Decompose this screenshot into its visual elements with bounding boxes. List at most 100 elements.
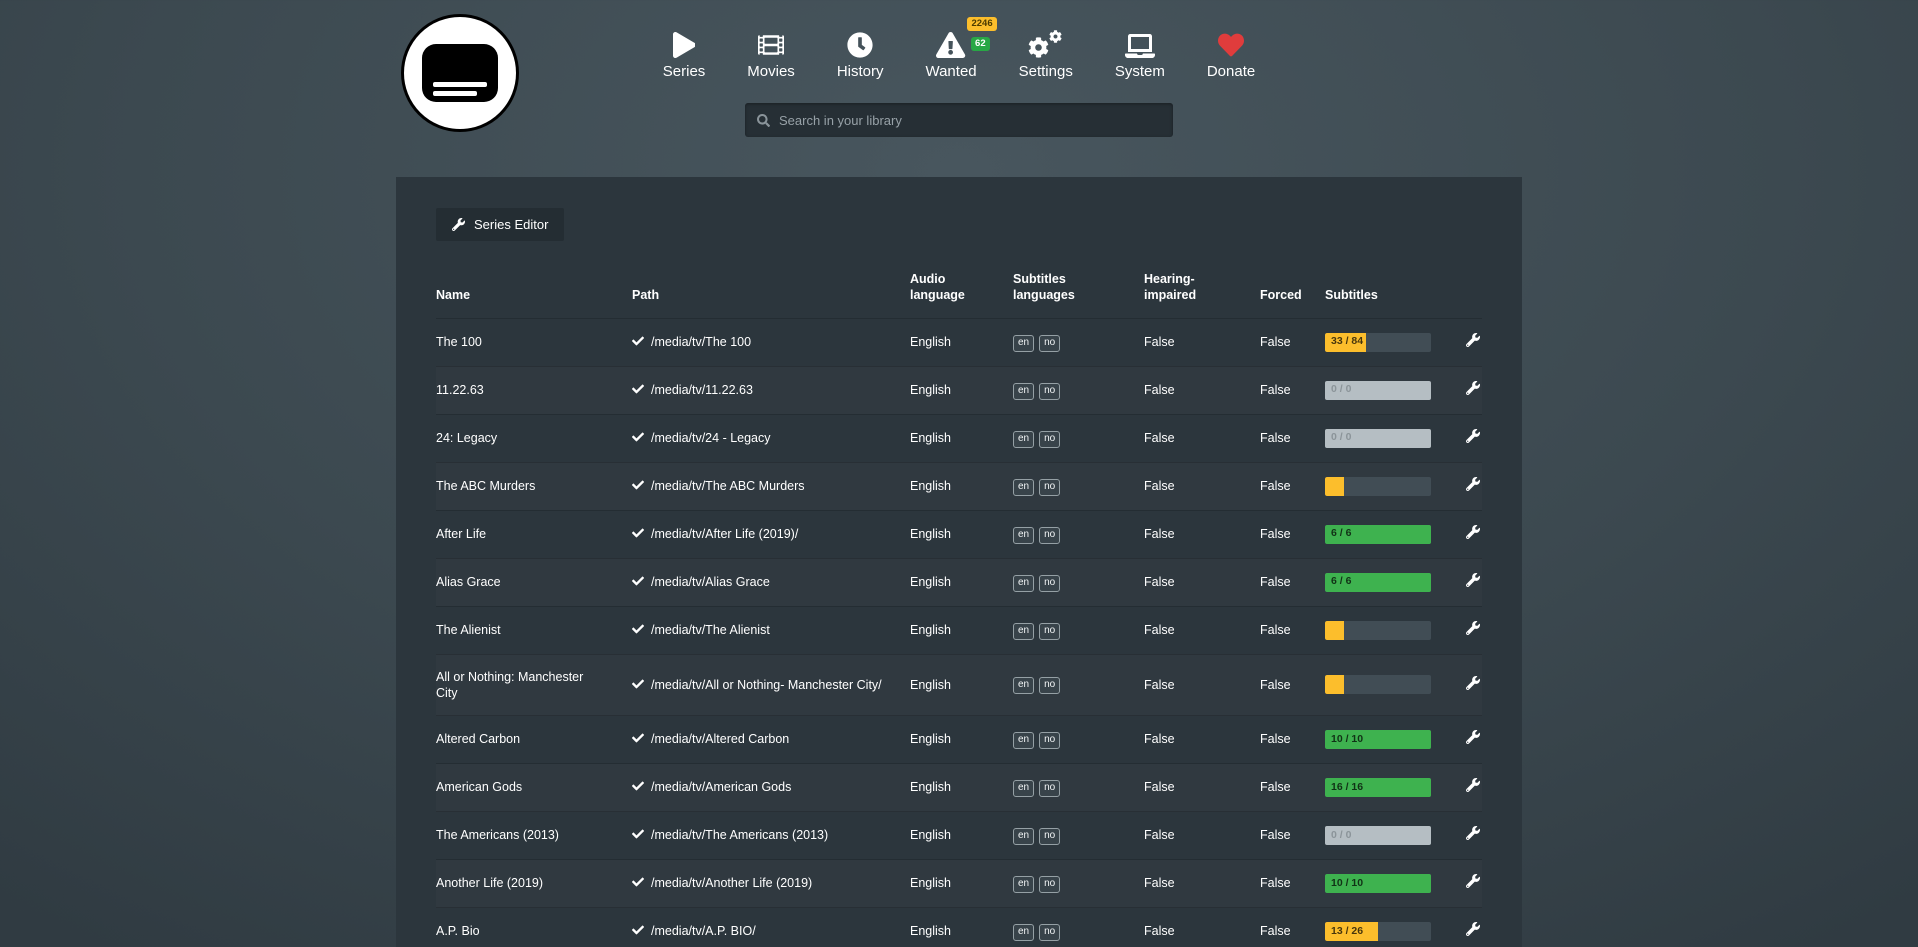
subtitles-progress-cell: 0 / 0 xyxy=(1325,414,1437,462)
hearing-impaired-value: False xyxy=(1144,366,1260,414)
path-exists-check-icon xyxy=(632,478,644,494)
nav-label-history: History xyxy=(837,64,884,79)
subtitles-progress: 10 / 10 xyxy=(1325,874,1431,893)
nav-item-settings[interactable]: Settings xyxy=(1019,30,1073,79)
series-path: /media/tv/11.22.63 xyxy=(651,383,753,397)
language-badge: no xyxy=(1039,828,1060,845)
hearing-impaired-value: False xyxy=(1144,860,1260,908)
language-badge: en xyxy=(1013,383,1034,400)
row-actions-cell xyxy=(1437,908,1482,947)
series-name-link[interactable]: 24: Legacy xyxy=(436,414,632,462)
audio-language: English xyxy=(910,654,1013,716)
row-actions-cell xyxy=(1437,510,1482,558)
nav-item-system[interactable]: System xyxy=(1115,30,1165,79)
subtitle-language-badges: enno xyxy=(1013,318,1144,366)
nav-item-wanted[interactable]: 2246 62 Wanted xyxy=(925,30,976,79)
audio-language: English xyxy=(910,764,1013,812)
language-badge: no xyxy=(1039,732,1060,749)
col-header-name: Name xyxy=(436,263,632,318)
language-badge: no xyxy=(1039,575,1060,592)
search-input[interactable] xyxy=(779,113,1161,128)
series-name-link[interactable]: The 100 xyxy=(436,318,632,366)
edit-series-button[interactable] xyxy=(1466,429,1480,443)
edit-series-button[interactable] xyxy=(1466,778,1480,792)
series-name-link[interactable]: Altered Carbon xyxy=(436,716,632,764)
language-badge: en xyxy=(1013,431,1034,448)
forced-value: False xyxy=(1260,510,1325,558)
table-row: Another Life (2019) /media/tv/Another Li… xyxy=(436,860,1482,908)
edit-series-button[interactable] xyxy=(1466,676,1480,690)
series-name-link[interactable]: The Alienist xyxy=(436,606,632,654)
language-badge: no xyxy=(1039,623,1060,640)
series-editor-button[interactable]: Series Editor xyxy=(436,208,564,241)
row-actions-cell xyxy=(1437,812,1482,860)
series-name-link[interactable]: 11.22.63 xyxy=(436,366,632,414)
subtitle-language-badges: enno xyxy=(1013,764,1144,812)
series-name-link[interactable]: Another Life (2019) xyxy=(436,860,632,908)
col-header-path: Path xyxy=(632,263,910,318)
edit-series-button[interactable] xyxy=(1466,621,1480,635)
search-icon xyxy=(757,114,770,127)
table-row: A.P. Bio /media/tv/A.P. BIO/ English enn… xyxy=(436,908,1482,947)
row-actions-cell xyxy=(1437,366,1482,414)
edit-series-button[interactable] xyxy=(1466,381,1480,395)
series-name-link[interactable]: American Gods xyxy=(436,764,632,812)
series-path-cell: /media/tv/The Americans (2013) xyxy=(632,812,910,860)
edit-series-button[interactable] xyxy=(1466,730,1480,744)
series-path: /media/tv/The ABC Murders xyxy=(651,479,805,493)
subtitles-progress-fill xyxy=(1325,477,1344,496)
path-exists-check-icon xyxy=(632,526,644,542)
audio-language: English xyxy=(910,510,1013,558)
nav-label-wanted: Wanted xyxy=(925,64,976,79)
series-name-link[interactable]: After Life xyxy=(436,510,632,558)
wrench-icon xyxy=(1466,826,1480,840)
forced-value: False xyxy=(1260,908,1325,947)
language-badge: no xyxy=(1039,335,1060,352)
edit-series-button[interactable] xyxy=(1466,333,1480,347)
series-path: /media/tv/After Life (2019)/ xyxy=(651,527,798,541)
path-exists-check-icon xyxy=(632,677,644,693)
subtitles-progress-cell: 6 / 6 xyxy=(1325,510,1437,558)
series-name-link[interactable]: A.P. Bio xyxy=(436,908,632,947)
forced-value: False xyxy=(1260,606,1325,654)
language-badge: no xyxy=(1039,383,1060,400)
edit-series-button[interactable] xyxy=(1466,573,1480,587)
series-editor-label: Series Editor xyxy=(474,217,548,232)
app-logo[interactable] xyxy=(401,14,519,132)
subtitles-progress xyxy=(1325,621,1431,640)
edit-series-button[interactable] xyxy=(1466,477,1480,491)
series-path-cell: /media/tv/The ABC Murders xyxy=(632,462,910,510)
row-actions-cell xyxy=(1437,764,1482,812)
subtitles-progress-label: 16 / 16 xyxy=(1331,781,1363,795)
series-path: /media/tv/The Alienist xyxy=(651,623,770,637)
edit-series-button[interactable] xyxy=(1466,826,1480,840)
series-name-link[interactable]: All or Nothing: Manchester City xyxy=(436,654,632,716)
nav-label-settings: Settings xyxy=(1019,64,1073,79)
language-badge: en xyxy=(1013,780,1034,797)
subtitles-progress: 10 / 10 xyxy=(1325,730,1431,749)
series-path-cell: /media/tv/11.22.63 xyxy=(632,366,910,414)
hearing-impaired-value: False xyxy=(1144,462,1260,510)
nav-item-donate[interactable]: Donate xyxy=(1207,30,1255,79)
edit-series-button[interactable] xyxy=(1466,525,1480,539)
path-exists-check-icon xyxy=(632,731,644,747)
subtitles-progress-cell: 0 / 0 xyxy=(1325,366,1437,414)
series-name-link[interactable]: The Americans (2013) xyxy=(436,812,632,860)
subtitles-progress-fill xyxy=(1325,675,1344,694)
series-path: /media/tv/American Gods xyxy=(651,780,791,794)
forced-value: False xyxy=(1260,860,1325,908)
edit-series-button[interactable] xyxy=(1466,922,1480,936)
hearing-impaired-value: False xyxy=(1144,764,1260,812)
edit-series-button[interactable] xyxy=(1466,874,1480,888)
nav-item-history[interactable]: History xyxy=(837,30,884,79)
subtitles-progress-label: 0 / 0 xyxy=(1331,383,1351,397)
nav-item-series[interactable]: Series xyxy=(663,30,706,79)
series-name-link[interactable]: The ABC Murders xyxy=(436,462,632,510)
series-name-link[interactable]: Alias Grace xyxy=(436,558,632,606)
path-exists-check-icon xyxy=(632,622,644,638)
subtitles-progress: 6 / 6 xyxy=(1325,573,1431,592)
subtitles-progress-cell xyxy=(1325,606,1437,654)
nav-item-movies[interactable]: Movies xyxy=(747,30,795,79)
col-header-hearing-impaired: Hearing-impaired xyxy=(1144,263,1260,318)
table-row: The Americans (2013) /media/tv/The Ameri… xyxy=(436,812,1482,860)
